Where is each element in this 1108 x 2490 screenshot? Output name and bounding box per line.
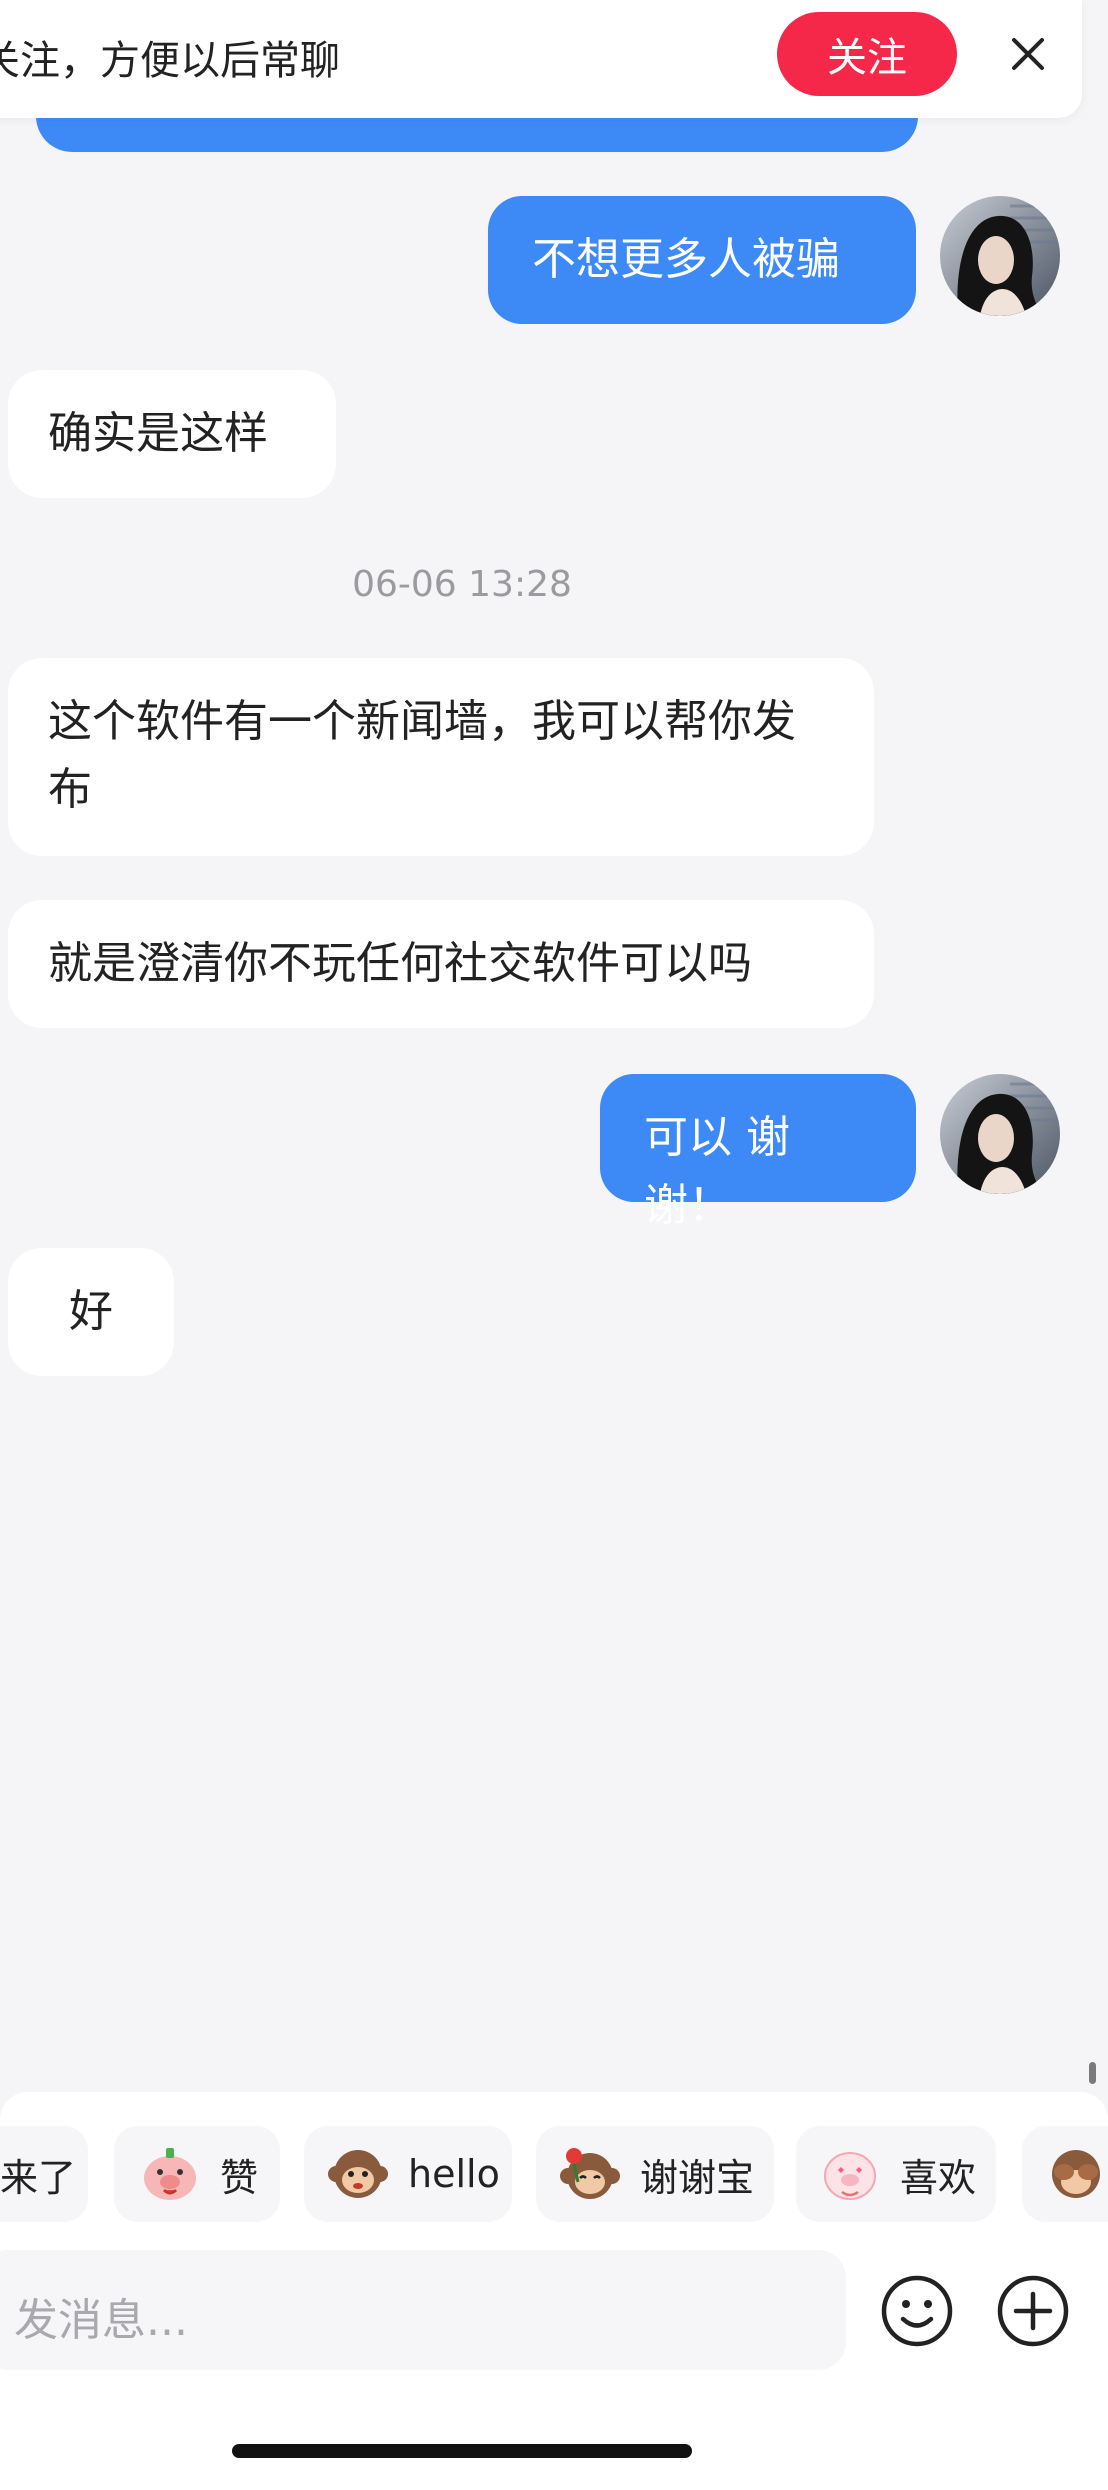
message-text: 确实是这样 <box>48 408 268 459</box>
quick-reply-label: 来了 <box>0 2155 77 2200</box>
quick-reply-label: 喜欢 <box>900 2155 977 2200</box>
follow-banner: 关注，方便以后常聊 关注 <box>0 0 1082 118</box>
message-bubble-incoming[interactable]: 就是澄清你不玩任何社交软件可以吗 <box>8 900 874 1028</box>
quick-reply-label: 赞 <box>220 2155 259 2200</box>
plus-circle-icon[interactable] <box>994 2272 1072 2350</box>
message-text: 这个软件有一个新闻墙，我可以帮你发布 <box>48 696 796 815</box>
quick-reply-label: hello <box>408 2152 500 2196</box>
follow-button[interactable]: 关注 <box>777 12 957 96</box>
message-input[interactable]: 发消息... <box>0 2250 846 2370</box>
quick-reply-chip[interactable]: 赞 <box>114 2126 280 2222</box>
monkey-rose-sticker-icon <box>560 2148 620 2199</box>
quick-reply-chip[interactable] <box>1022 2126 1108 2222</box>
message-text: 不想更多人被骗 <box>532 234 840 285</box>
pig-love-sticker-icon <box>824 2152 876 2200</box>
quick-reply-chip[interactable]: hello <box>304 2126 512 2222</box>
quick-reply-chip[interactable]: 来了 <box>0 2126 88 2222</box>
follow-banner-text: 关注，方便以后常聊 <box>0 38 340 84</box>
message-bubble-outgoing[interactable]: 可以 谢谢！ <box>600 1074 916 1231</box>
home-indicator <box>232 2444 692 2458</box>
monkey-sticker-icon <box>328 2150 388 2198</box>
message-bubble-incoming[interactable]: 这个软件有一个新闻墙，我可以帮你发布 <box>8 658 874 856</box>
scrollbar[interactable] <box>1089 2062 1096 2084</box>
chat-screen: 关注，方便以后常聊 关注 不想更多人被骗 确实是这样 06-06 13:28 这… <box>0 0 1108 2490</box>
message-text: 就是澄清你不玩任何社交软件可以吗 <box>48 938 752 989</box>
quick-reply-chip[interactable]: 喜欢 <box>796 2126 996 2222</box>
quick-reply-label: 谢谢宝 <box>640 2155 755 2200</box>
message-bubble-outgoing[interactable]: 不想更多人被骗 <box>488 196 916 324</box>
close-icon[interactable] <box>1000 26 1056 82</box>
pig-sticker-icon <box>144 2148 196 2200</box>
message-bubble-incoming[interactable]: 好 <box>8 1248 174 1376</box>
monkey-cover-eyes-icon <box>1052 2150 1100 2198</box>
message-text: 可以 谢谢！ <box>644 1112 790 1231</box>
message-text: 好 <box>69 1286 113 1337</box>
avatar[interactable] <box>940 1074 1060 1194</box>
quick-reply-chip[interactable]: 谢谢宝 <box>536 2126 774 2222</box>
message-input-placeholder: 发消息... <box>14 2295 188 2346</box>
emoji-icon[interactable] <box>878 2272 956 2350</box>
message-bubble-incoming[interactable]: 确实是这样 <box>8 370 336 498</box>
avatar[interactable] <box>940 196 1060 316</box>
message-timestamp: 06-06 13:28 <box>352 564 572 605</box>
